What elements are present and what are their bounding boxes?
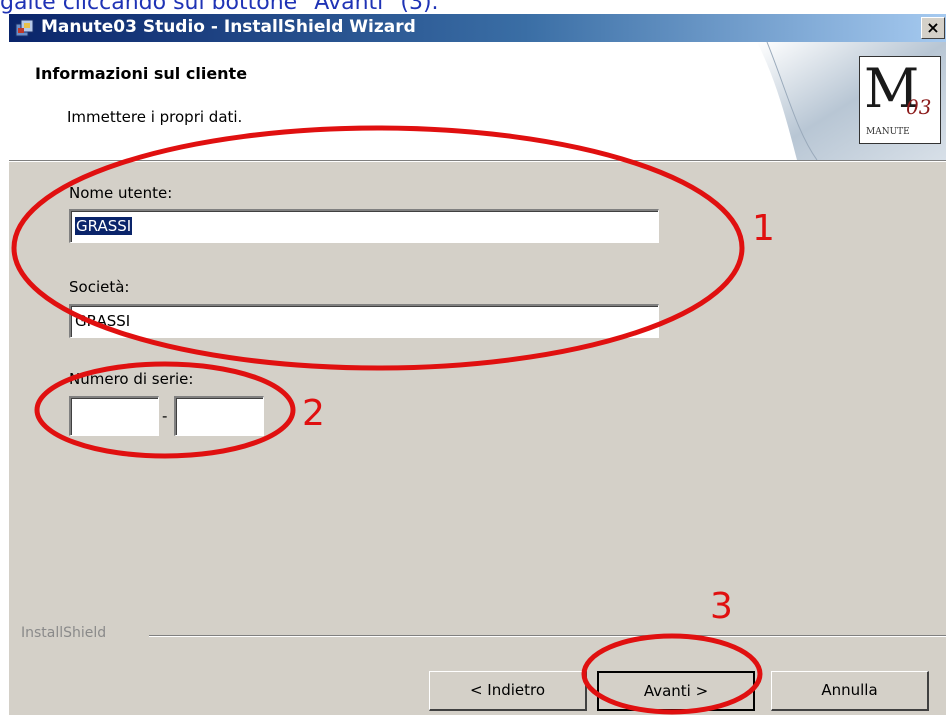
username-field[interactable]: GRASSI [69,209,659,243]
serial-label: Numero di serie: [69,370,194,388]
close-button[interactable]: × [921,17,945,39]
annotation-number-3: 3 [710,586,733,627]
header-subtitle: Immettere i propri dati. [67,108,243,126]
header-divider-highlight [9,161,946,162]
annotation-number-2: 2 [302,393,325,434]
header-panel: Informazioni sul cliente Immettere i pro… [9,42,946,160]
username-value: GRASSI [75,217,133,235]
username-label: Nome utente: [69,184,173,202]
annotation-number-1: 1 [752,208,775,249]
window-title: Manute03 Studio - InstallShield Wizard [41,17,416,37]
header-title: Informazioni sul cliente [35,64,248,83]
company-field[interactable]: GRASSI [69,304,659,338]
serial-separator: - [162,407,168,425]
cancel-button[interactable]: Annulla [771,671,929,711]
footer-divider-highlight [149,636,946,637]
logo-brand: MANUTE [866,127,910,137]
installer-app-icon [15,19,34,37]
page-caption: gaite cliccando sul bottone "Avanti" (3)… [0,0,439,14]
close-icon: × [926,18,940,37]
manute-logo: M 03 MANUTE [859,56,941,144]
back-button[interactable]: < Indietro [429,671,587,711]
next-button[interactable]: Avanti > [597,671,755,711]
company-label: Società: [69,278,130,296]
installshield-brand: InstallShield [21,625,107,641]
serial-field-part2[interactable] [174,396,264,436]
company-value: GRASSI [75,312,131,330]
title-bar[interactable]: Manute03 Studio - InstallShield Wizard × [9,14,946,42]
logo-number: 03 [906,95,932,119]
installer-window: Manute03 Studio - InstallShield Wizard ×… [8,14,946,715]
serial-field-part1[interactable] [69,396,159,436]
